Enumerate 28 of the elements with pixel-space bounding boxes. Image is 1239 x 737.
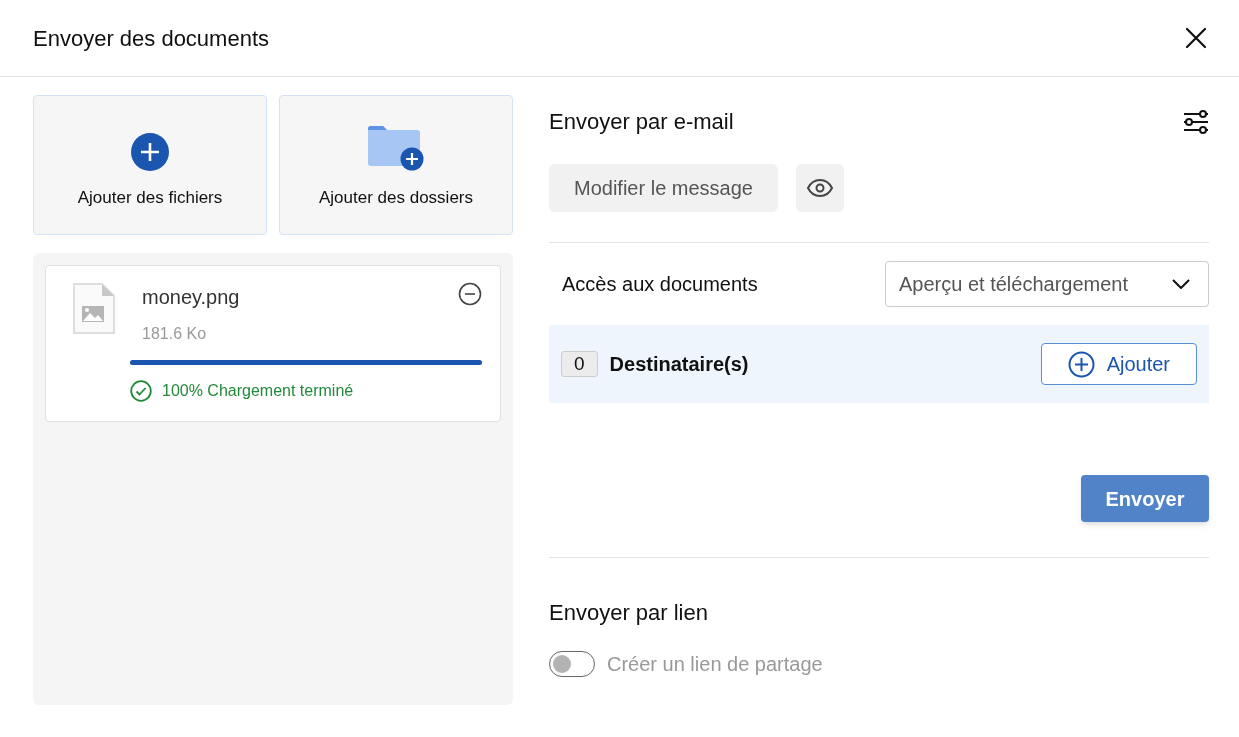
remove-icon[interactable] <box>458 282 482 306</box>
toggle-label: Créer un lien de partage <box>607 652 823 677</box>
recipients-label: Destinataire(s) <box>609 352 749 377</box>
add-tile[interactable]: Ajouter des fichiers <box>33 95 267 235</box>
access-label: Accès aux documents <box>562 272 758 297</box>
section-title: Envoyer par e-mail <box>549 108 734 136</box>
image-file-icon <box>72 283 116 335</box>
folder-plus-icon <box>368 124 424 171</box>
check-circle-icon <box>130 380 152 402</box>
preview-button[interactable] <box>795 164 844 212</box>
recipient-count: 0 <box>561 351 598 377</box>
access-select[interactable]: Aperçu et téléchargement <box>885 261 1209 307</box>
file-size: 181.6 Ko <box>141 324 208 344</box>
eye-icon <box>806 179 833 197</box>
plus-circle-icon <box>1067 350 1095 378</box>
dialog-title: Envoyer des documents <box>33 24 270 53</box>
section-title: Envoyer par lien <box>549 599 709 627</box>
sliders-icon[interactable] <box>1183 108 1209 135</box>
plus-circle-icon <box>131 132 169 171</box>
chevron-down-icon <box>1172 279 1190 289</box>
add-tile[interactable]: Ajouter des dossiers <box>279 95 513 235</box>
upload-status: 100% Chargement terminé <box>162 381 354 401</box>
edit-message-button[interactable]: Modifier le message <box>549 164 778 212</box>
send-button[interactable]: Envoyer <box>1081 475 1209 522</box>
add-recipient-button[interactable]: Ajouter <box>1040 343 1197 385</box>
share-link-toggle[interactable] <box>549 651 595 677</box>
close-icon[interactable] <box>1184 26 1208 50</box>
file-name: money.png <box>141 285 240 310</box>
